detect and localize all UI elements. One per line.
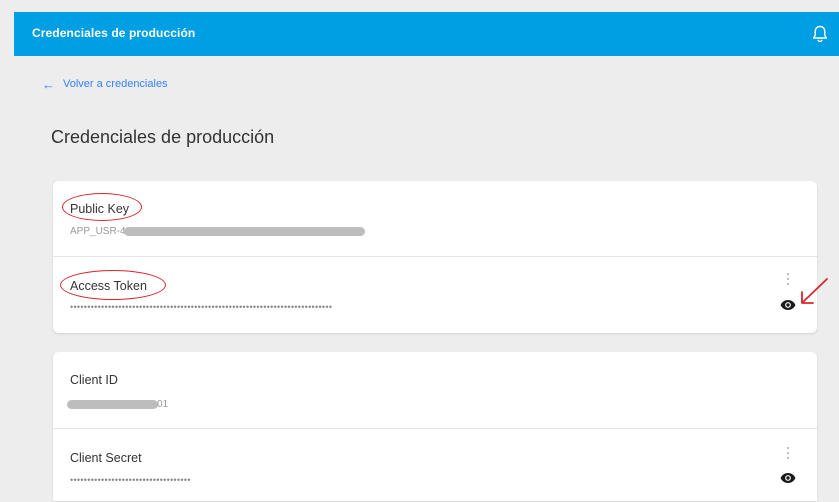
annotation-arrow-icon bbox=[801, 278, 828, 304]
access-token-label: Access Token bbox=[70, 279, 147, 293]
header-title: Credenciales de producción bbox=[32, 26, 196, 40]
public-key-redaction bbox=[124, 227, 365, 236]
public-key-value[interactable]: APP_USR-4a bbox=[70, 226, 131, 237]
page-title: Credenciales de producción bbox=[51, 127, 275, 147]
bell-icon[interactable] bbox=[811, 24, 829, 44]
more-options-icon[interactable] bbox=[786, 272, 790, 286]
client-id-redaction bbox=[67, 400, 158, 409]
arrow-left-icon: ← bbox=[42, 76, 55, 92]
back-to-credentials-link[interactable]: ← Volver a credenciales bbox=[42, 76, 168, 92]
eye-icon[interactable] bbox=[780, 299, 796, 311]
eye-icon[interactable] bbox=[780, 472, 796, 484]
back-link-label: Volver a credenciales bbox=[63, 78, 168, 90]
client-secret-masked-value[interactable]: ••••••••••••••••••••••••••••••••••• bbox=[70, 475, 216, 485]
client-secret-label: Client Secret bbox=[70, 451, 142, 465]
access-token-row: Access Token •••••••••••••••••••••••••••… bbox=[53, 256, 817, 334]
client-secret-row: Client Secret ••••••••••••••••••••••••••… bbox=[53, 428, 817, 502]
public-key-label: Public Key bbox=[70, 202, 130, 216]
public-key-row: Public Key APP_USR-4a bbox=[53, 181, 817, 256]
more-options-icon[interactable] bbox=[786, 446, 790, 460]
credentials-card-client: Client ID 01 Client Secret •••••••••••••… bbox=[53, 352, 817, 501]
credentials-card-keys: Public Key APP_USR-4a Access Token •••••… bbox=[53, 181, 817, 333]
client-id-row: Client ID 01 bbox=[53, 352, 817, 428]
access-token-masked-value[interactable]: ••••••••••••••••••••••••••••••••••••••••… bbox=[70, 302, 400, 312]
header-bar: Credenciales de producción bbox=[14, 12, 839, 56]
client-id-value[interactable]: 01 bbox=[157, 399, 168, 410]
client-id-label: Client ID bbox=[70, 373, 118, 387]
